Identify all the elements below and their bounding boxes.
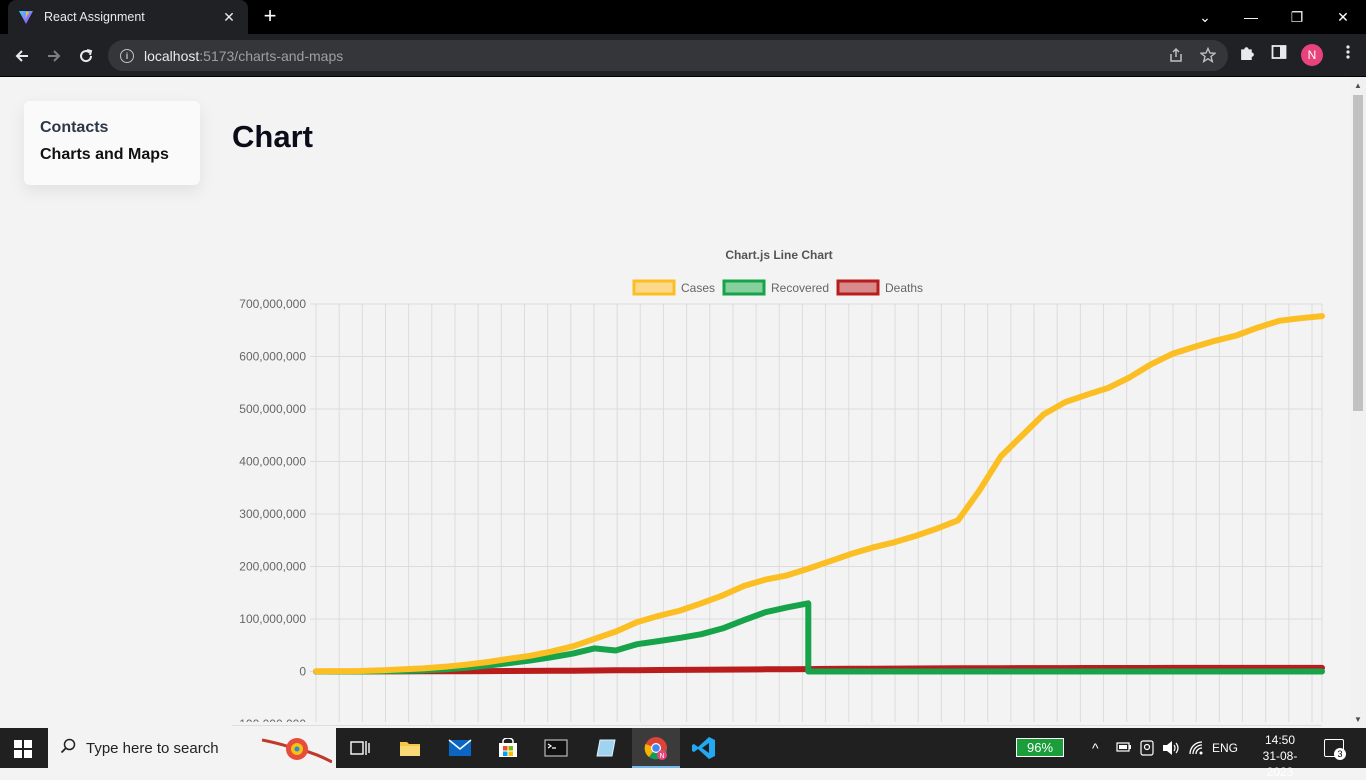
site-info-icon[interactable]: i — [120, 48, 134, 63]
new-tab-button[interactable]: + — [258, 5, 282, 29]
page-scrollbar[interactable]: ▲ ▼ — [1350, 77, 1366, 728]
camera-icon[interactable] — [1140, 740, 1154, 759]
mail-icon[interactable] — [448, 736, 472, 760]
chrome-icon[interactable]: N — [644, 736, 668, 760]
y-tick-label: 200,000,000 — [239, 560, 306, 574]
back-arrow-icon[interactable] — [8, 42, 36, 70]
y-tick-label: -100,000,000 — [235, 717, 306, 722]
legend-label-deaths[interactable]: Deaths — [885, 281, 923, 295]
legend-label-recovered[interactable]: Recovered — [771, 281, 829, 295]
microsoft-store-icon[interactable] — [496, 736, 520, 760]
vite-logo-icon — [19, 11, 33, 24]
legend-swatch-recovered[interactable] — [722, 279, 766, 296]
line-chart: Chart.js Line Chart Cases Recovered Deaths… — [235, 248, 1325, 722]
close-window-button[interactable]: ✕ — [1320, 0, 1366, 34]
chart-legend: Cases Recovered Deaths — [632, 279, 923, 296]
extensions-puzzle-icon[interactable] — [1239, 44, 1256, 65]
tab-close-icon[interactable]: ✕ — [220, 9, 238, 26]
page-content: Contacts Charts and Maps Chart Chart.js … — [0, 77, 1350, 728]
legend-swatch-deaths[interactable] — [836, 279, 880, 296]
windows-taskbar: Type here to search N 96% ^ ENG 14:50 31… — [0, 728, 1366, 779]
battery-icon[interactable] — [1116, 741, 1132, 756]
chart-series — [313, 313, 1325, 675]
vscode-icon[interactable] — [692, 736, 716, 760]
scroll-up-icon[interactable]: ▲ — [1354, 81, 1362, 90]
file-explorer-icon[interactable] — [398, 736, 422, 760]
taskbar-search[interactable]: Type here to search — [48, 728, 336, 768]
restore-button[interactable]: ❐ — [1274, 0, 1320, 34]
y-tick-label: 100,000,000 — [239, 612, 306, 626]
forward-arrow-icon[interactable] — [40, 42, 68, 70]
task-view-icon[interactable] — [348, 736, 372, 760]
tab-search-icon[interactable]: ⌄ — [1182, 0, 1228, 34]
taskbar-clock[interactable]: 14:50 31-08-2023 — [1255, 732, 1305, 780]
series-line-recovered[interactable] — [313, 600, 1325, 675]
volume-icon[interactable] — [1162, 740, 1180, 759]
search-icon — [60, 738, 76, 759]
rakhi-decoration-icon — [261, 730, 333, 771]
tray-chevron-up-icon[interactable]: ^ — [1092, 740, 1099, 756]
clock-date: 31-08-2023 — [1262, 749, 1298, 779]
scroll-thumb[interactable] — [1353, 95, 1363, 411]
profile-avatar[interactable]: N — [1301, 44, 1323, 66]
page-title: Chart — [232, 119, 313, 154]
notification-count-badge: 3 — [1334, 748, 1346, 760]
side-panel-icon[interactable] — [1271, 44, 1287, 64]
browser-tab[interactable]: React Assignment ✕ — [8, 0, 248, 34]
chart-grid — [315, 303, 1323, 722]
chart-title: Chart.js Line Chart — [725, 248, 832, 262]
minimize-button[interactable]: — — [1228, 0, 1274, 34]
url-path: :5173/charts-and-maps — [199, 47, 344, 64]
bookmark-star-icon[interactable] — [1199, 46, 1217, 66]
section-divider — [232, 725, 1322, 726]
y-tick-label: 400,000,000 — [239, 455, 306, 469]
wifi-icon[interactable] — [1188, 740, 1204, 759]
url-host: localhost — [144, 47, 200, 64]
y-tick-label: 500,000,000 — [239, 402, 306, 416]
y-tick-label: 700,000,000 — [239, 297, 306, 311]
sidebar: Contacts Charts and Maps — [24, 101, 200, 185]
y-tick-label: 0 — [299, 665, 306, 679]
windows-start-icon[interactable] — [14, 740, 32, 758]
browser-titlebar: React Assignment ✕ + ⌄ — ❐ ✕ — [0, 0, 1366, 34]
series-line-cases[interactable] — [313, 313, 1325, 675]
share-icon[interactable] — [1168, 47, 1184, 66]
legend-swatch-cases[interactable] — [632, 279, 676, 296]
sidebar-item-charts-and-maps[interactable]: Charts and Maps — [40, 146, 184, 164]
menu-kebab-icon[interactable] — [1340, 44, 1356, 64]
legend-label-cases[interactable]: Cases — [681, 281, 715, 295]
notepad-app-icon[interactable] — [594, 736, 618, 760]
reload-icon[interactable] — [72, 42, 100, 70]
search-placeholder: Type here to search — [86, 739, 219, 757]
tab-title: React Assignment — [44, 10, 145, 24]
y-axis: 700,000,000 600,000,000 500,000,000 400,000… — [235, 297, 317, 722]
language-indicator[interactable]: ENG — [1212, 741, 1238, 755]
scroll-down-icon[interactable]: ▼ — [1354, 715, 1362, 724]
y-tick-label: 300,000,000 — [239, 507, 306, 521]
y-tick-label: 600,000,000 — [239, 350, 306, 364]
clock-time: 14:50 — [1264, 733, 1296, 747]
sidebar-item-contacts[interactable]: Contacts — [40, 119, 184, 137]
address-bar[interactable]: i localhost:5173/charts-and-maps — [108, 40, 1228, 71]
terminal-icon[interactable] — [544, 736, 568, 760]
svg-text:N: N — [659, 753, 664, 760]
battery-indicator[interactable]: 96% — [1016, 738, 1064, 757]
